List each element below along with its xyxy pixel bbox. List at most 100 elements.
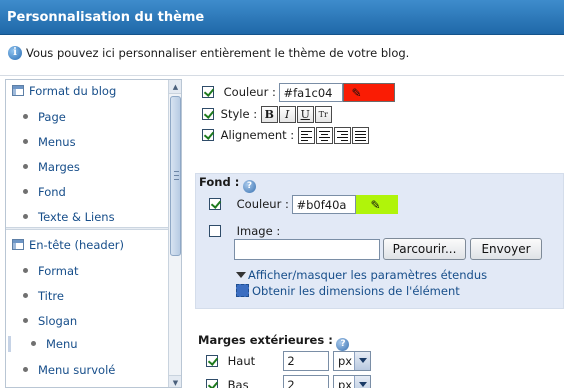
dimensions-link[interactable]: Obtenir les dimensions de l'élément [252, 284, 460, 298]
dimensions-icon [236, 284, 249, 297]
bullet-icon [23, 318, 28, 323]
margins-title: Marges extérieures : [198, 333, 333, 347]
background-image-label: Image : [236, 224, 281, 238]
text-color-checkbox[interactable] [202, 86, 214, 98]
toggle-extended-link-row[interactable]: Afficher/masquer les paramètres étendus [236, 268, 487, 282]
align-left-icon[interactable] [297, 127, 315, 144]
sidebar-item-titre[interactable]: Titre [23, 289, 64, 309]
align-center-icon[interactable] [315, 127, 333, 144]
underline-button[interactable]: U [296, 106, 314, 123]
text-style-row: Style : B I U Tr [202, 106, 333, 123]
italic-button[interactable]: I [278, 106, 296, 123]
sidebar-item-label: Texte & Liens [38, 210, 115, 224]
info-icon: i [8, 46, 22, 60]
sidebar-item-label: Page [38, 110, 66, 124]
help-icon[interactable]: ? [242, 180, 256, 193]
scroll-down-arrow-icon[interactable]: ▼ [169, 375, 181, 387]
sidebar-item-marges[interactable]: Marges [23, 160, 80, 180]
sidebar-item-label: Slogan [38, 314, 78, 328]
toggle-extended-link[interactable]: Afficher/masquer les paramètres étendus [248, 268, 487, 282]
background-color-checkbox[interactable] [209, 198, 221, 210]
sidebar-section-format-du-blog[interactable]: Format du blog [6, 80, 168, 104]
margin-top-checkbox[interactable] [206, 354, 218, 367]
bullet-icon [23, 164, 28, 169]
background-color-swatch[interactable]: ✎ [356, 195, 399, 214]
text-color-input[interactable]: #fa1c04 [279, 83, 344, 102]
margin-bottom-unit-select[interactable]: px [332, 375, 372, 388]
info-bar: i Vous pouvez ici personnaliser entièrem… [0, 36, 564, 76]
info-text: Vous pouvez ici personnaliser entièremen… [26, 46, 410, 60]
sidebar-item-label: Marges [38, 160, 80, 174]
margin-bottom-row: Bas 2 px [206, 375, 372, 388]
background-color-input[interactable]: #b0f40a [292, 195, 357, 214]
browse-button[interactable]: Parcourir... [383, 238, 466, 260]
chevron-down-icon [354, 376, 371, 388]
text-color-label: Couleur : [223, 85, 276, 99]
align-justify-icon[interactable] [351, 127, 369, 144]
sidebar-item-menus[interactable]: Menus [23, 135, 76, 155]
margin-bottom-label: Bas [227, 377, 249, 388]
align-right-icon[interactable] [333, 127, 351, 144]
sidebar-item-menu[interactable]: Menu [8, 336, 78, 356]
dimensions-link-row[interactable]: Obtenir les dimensions de l'élément [236, 284, 460, 298]
margin-top-row: Haut 2 px [206, 351, 372, 371]
grip-icon [174, 171, 179, 180]
sidebar-item-label: Menus [38, 135, 76, 149]
sidebar-item-label: Titre [38, 289, 64, 303]
background-color-label: Couleur : [236, 197, 289, 211]
sidebar-item-label: Menu survolé [38, 363, 116, 377]
eyedropper-icon: ✎ [351, 86, 362, 100]
transform-button[interactable]: Tr [314, 106, 332, 123]
scroll-up-arrow-icon[interactable]: ▲ [169, 80, 181, 94]
background-color-row: Couleur : #b0f40a ✎ [209, 195, 399, 214]
window-icon [12, 85, 24, 96]
window-icon [12, 239, 24, 250]
background-title: Fond : [199, 175, 240, 189]
settings-panel: Couleur : #fa1c04 ✎ Style : B I U Tr Alignem… [188, 79, 564, 388]
text-align-label: Alignement : [220, 128, 295, 142]
text-style-checkbox[interactable] [202, 108, 214, 120]
sidebar-section-label: En-tête (header) [29, 238, 125, 252]
bullet-icon [23, 214, 28, 219]
sidebar-item-label: Menu [46, 337, 78, 351]
chevron-down-icon [354, 352, 371, 370]
image-file-input[interactable] [234, 239, 380, 260]
sidebar-divider [6, 227, 168, 230]
page-title: Personnalisation du thème [0, 0, 564, 35]
background-title-row: Fond : ? [199, 175, 256, 193]
bullet-icon [23, 268, 28, 273]
select-value: px [337, 354, 353, 368]
bullet-icon [23, 293, 28, 298]
bullet-icon [23, 189, 28, 194]
margin-bottom-checkbox[interactable] [206, 378, 218, 388]
sidebar-item-format[interactable]: Format [23, 264, 79, 284]
sidebar-scrollbar[interactable]: ▲ ▼ [168, 80, 181, 387]
background-image-checkbox[interactable] [209, 225, 221, 237]
text-align-checkbox[interactable] [202, 129, 214, 141]
text-color-row: Couleur : #fa1c04 ✎ [202, 83, 396, 102]
scrollbar-thumb[interactable] [170, 96, 181, 256]
text-style-label: Style : [220, 107, 258, 121]
margin-top-input[interactable]: 2 [283, 351, 330, 371]
margin-bottom-input[interactable]: 2 [283, 375, 330, 388]
sidebar-section-en-tete[interactable]: En-tête (header) [6, 234, 168, 258]
bold-button[interactable]: B [260, 106, 278, 123]
text-color-swatch[interactable]: ✎ [343, 83, 396, 102]
eyedropper-icon: ✎ [370, 198, 381, 212]
background-panel: Fond : ? Couleur : #b0f40a ✎ Image : Parc… [195, 173, 564, 309]
help-icon[interactable]: ? [336, 338, 350, 351]
sidebar: Format du blog Page Menus Marges Fond Te… [5, 79, 182, 388]
sidebar-section-label: Format du blog [29, 84, 117, 98]
margin-top-unit-select[interactable]: px [332, 351, 372, 371]
select-value: px [337, 378, 353, 388]
sidebar-item-fond[interactable]: Fond [23, 185, 66, 205]
bullet-icon [23, 367, 28, 372]
sidebar-item-menu-survole[interactable]: Menu survolé [23, 363, 115, 383]
send-button[interactable]: Envoyer [470, 238, 542, 260]
bullet-icon [23, 114, 28, 119]
sidebar-item-page[interactable]: Page [23, 110, 66, 130]
bullet-icon [31, 341, 36, 346]
margins-title-row: Marges extérieures : ? [198, 333, 350, 351]
text-align-row: Alignement : [202, 127, 370, 144]
sidebar-item-slogan[interactable]: Slogan [23, 314, 77, 334]
